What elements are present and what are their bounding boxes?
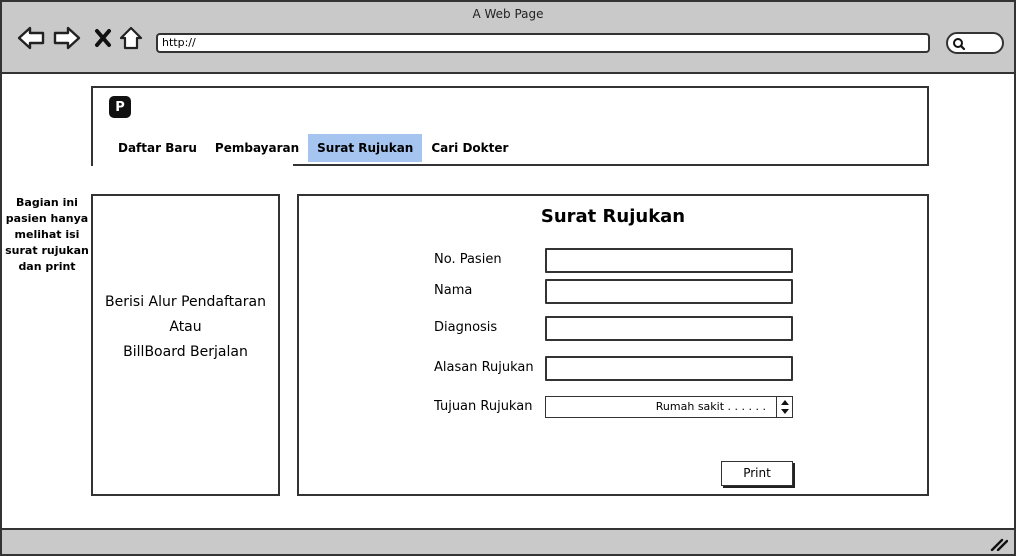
tab-cari-dokter[interactable]: Cari Dokter (422, 134, 517, 162)
tab-pembayaran[interactable]: Pembayaran (206, 134, 308, 162)
side-note-line: Bagian ini (16, 196, 78, 209)
form-title-text: Surat Rujukan (540, 206, 686, 227)
status-bar (2, 528, 1014, 554)
tujuan-rujukan-label: Tujuan Rujukan (434, 399, 533, 414)
diagnosis-field[interactable] (545, 316, 793, 341)
side-note-line: pasien hanya (5, 212, 89, 225)
window-title: A Web Page (472, 7, 544, 21)
tab-daftar-baru[interactable]: Daftar Baru (109, 134, 206, 162)
no-pasien-field[interactable] (545, 248, 793, 273)
side-note: Bagian ini pasien hanya melihat isi sura… (5, 195, 89, 275)
side-note-line: melihat isi (14, 228, 80, 241)
url-input[interactable]: http:// (156, 33, 930, 53)
browser-window: A Web Page http:// P Daftar Baru Pembaya… (0, 0, 1016, 556)
referral-form: Surat Rujukan No. Pasien Nama Diagnosis … (297, 194, 929, 496)
tab-surat-rujukan[interactable]: Surat Rujukan (308, 134, 423, 162)
billboard-panel: Berisi Alur Pendaftaran Atau BillBoard B… (91, 194, 280, 496)
alasan-rujukan-field[interactable] (545, 356, 793, 381)
back-arrow-icon[interactable] (16, 24, 46, 52)
nav-tabs: Daftar Baru Pembayaran Surat Rujukan Car… (109, 134, 517, 162)
no-pasien-label: No. Pasien (434, 252, 502, 267)
select-value: Rumah sakit . . . . . . (655, 400, 766, 413)
resize-grip-icon[interactable] (990, 537, 1008, 551)
forward-arrow-icon[interactable] (52, 24, 82, 52)
nama-label: Nama (434, 283, 473, 298)
side-note-line: surat rujukan (5, 244, 89, 257)
home-icon[interactable] (116, 24, 146, 52)
browser-toolbar: A Web Page http:// (2, 2, 1014, 74)
print-button[interactable]: Print (721, 461, 793, 486)
updown-arrow-icon[interactable] (776, 397, 792, 417)
close-icon[interactable] (88, 24, 118, 52)
diagnosis-label: Diagnosis (434, 320, 498, 335)
site-header: P Daftar Baru Pembayaran Surat Rujukan C… (91, 86, 929, 166)
logo: P (109, 96, 131, 118)
nama-field[interactable] (545, 279, 793, 304)
form-title: Surat Rujukan (299, 206, 927, 227)
billboard-line: BillBoard Berjalan (123, 344, 248, 360)
side-note-line: dan print (18, 260, 76, 273)
billboard-line: Berisi Alur Pendaftaran (105, 294, 266, 310)
alasan-rujukan-label: Alasan Rujukan (434, 360, 534, 375)
search-field[interactable] (946, 32, 1004, 54)
logo-text: P (115, 99, 125, 115)
search-icon (953, 38, 966, 51)
billboard-line: Atau (169, 319, 202, 335)
tujuan-rujukan-select[interactable]: Rumah sakit . . . . . . (545, 396, 793, 418)
